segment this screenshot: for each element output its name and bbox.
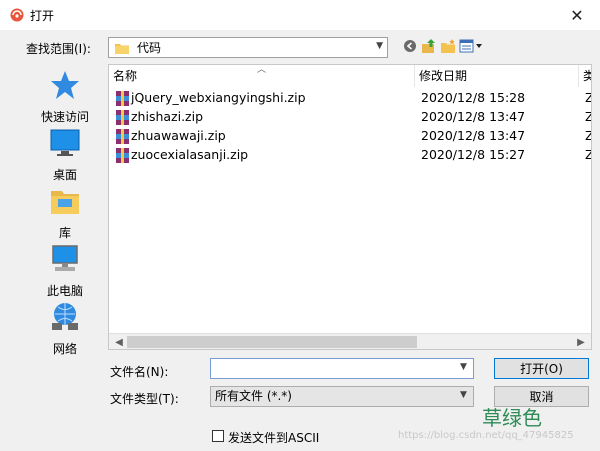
title-bar: 打开 ✕ <box>0 0 600 30</box>
window-title: 打开 <box>30 9 55 23</box>
computer-icon <box>52 245 78 271</box>
column-header-label: 类 <box>583 69 591 83</box>
zip-archive-icon <box>116 91 129 106</box>
star-icon <box>51 71 79 99</box>
filetype-dropdown[interactable]: 所有文件 (*.*) <box>210 386 474 407</box>
file-type: Z <box>585 128 591 143</box>
sort-ascending-icon: ︿ <box>257 65 267 75</box>
lookin-value: 代码 <box>137 41 162 55</box>
network-icon <box>52 303 78 330</box>
horizontal-scrollbar[interactable]: ◀ ▶ <box>109 333 591 349</box>
file-name: jQuery_webxiangyingshi.zip <box>131 90 306 105</box>
place-desktop[interactable]: 桌面 <box>25 127 105 183</box>
filename-label: 文件名(N): <box>110 365 169 379</box>
column-header-type[interactable]: 类 <box>579 65 591 87</box>
navigation-toolbar <box>402 38 483 54</box>
file-type: Z <box>585 147 591 162</box>
chevron-down-icon[interactable]: ▼ <box>460 390 467 400</box>
file-name: zhishazi.zip <box>131 109 204 124</box>
watermark-url: https://blog.csdn.net/qq_47945825 <box>398 430 574 441</box>
up-folder-button[interactable] <box>421 38 437 54</box>
desktop-icon <box>50 129 80 156</box>
chevron-down-icon[interactable]: ▼ <box>460 362 467 372</box>
view-list-icon <box>459 39 482 53</box>
column-header-name[interactable]: 名称 ︿ <box>109 65 415 87</box>
open-button-label: 打开(O) <box>520 362 563 376</box>
file-date: 2020/12/8 15:28 <box>421 90 526 105</box>
scroll-left-icon[interactable]: ◀ <box>111 334 127 349</box>
filetype-value: 所有文件 (*.*) <box>215 389 292 403</box>
folder-icon <box>115 43 129 54</box>
file-row[interactable]: jQuery_webxiangyingshi.zip 2020/12/8 15:… <box>109 89 591 108</box>
filename-input[interactable] <box>210 358 474 379</box>
open-file-dialog: 打开 ✕ 查找范围(I): 代码 ▼ 快速访问 桌面 库 此电脑 网络 名称 ︿… <box>0 0 600 451</box>
place-quick-access[interactable]: 快速访问 <box>25 69 105 125</box>
file-row[interactable]: zhuawawaji.zip 2020/12/8 13:47 Z <box>109 127 591 146</box>
watermark-text: 草绿色 <box>482 406 542 430</box>
file-date: 2020/12/8 15:27 <box>421 147 526 162</box>
place-label: 此电脑 <box>46 284 83 298</box>
zip-archive-icon <box>116 148 129 163</box>
view-menu-button[interactable] <box>459 38 483 54</box>
close-button[interactable]: ✕ <box>554 0 600 30</box>
scroll-right-icon[interactable]: ▶ <box>573 334 589 349</box>
file-type: Z <box>585 90 591 105</box>
lookin-label: 查找范围(I): <box>26 42 91 56</box>
ascii-checkbox[interactable] <box>212 430 224 442</box>
column-header-date[interactable]: 修改日期 <box>415 65 579 87</box>
zip-archive-icon <box>116 110 129 125</box>
place-network[interactable]: 网络 <box>25 301 105 357</box>
chevron-down-icon: ▼ <box>376 41 383 51</box>
file-type: Z <box>585 109 591 124</box>
place-label: 桌面 <box>52 168 77 182</box>
lookin-dropdown[interactable]: 代码 ▼ <box>108 37 388 58</box>
places-bar: 快速访问 桌面 库 此电脑 网络 <box>25 63 107 360</box>
back-arrow-icon <box>404 40 416 52</box>
file-date: 2020/12/8 13:47 <box>421 128 526 143</box>
file-row[interactable]: zhishazi.zip 2020/12/8 13:47 Z <box>109 108 591 127</box>
zip-archive-icon <box>116 129 129 144</box>
file-row[interactable]: zuocexialasanji.zip 2020/12/8 15:27 Z <box>109 146 591 165</box>
place-label: 库 <box>58 226 71 240</box>
up-folder-icon <box>422 39 435 53</box>
column-header-label: 修改日期 <box>419 69 468 83</box>
new-folder-icon <box>441 39 455 53</box>
new-folder-button[interactable] <box>440 38 456 54</box>
file-list[interactable]: 名称 ︿ 修改日期 类 jQuery_webxiangyingshi.zip 2… <box>108 64 592 350</box>
place-label: 快速访问 <box>40 110 89 124</box>
scrollbar-thumb[interactable] <box>127 336 417 348</box>
open-button[interactable]: 打开(O) <box>494 358 589 379</box>
filetype-label: 文件类型(T): <box>110 392 179 406</box>
file-date: 2020/12/8 13:47 <box>421 109 526 124</box>
file-name: zhuawawaji.zip <box>131 128 226 143</box>
back-button[interactable] <box>402 38 418 54</box>
library-icon <box>51 191 79 214</box>
place-this-pc[interactable]: 此电脑 <box>25 243 105 299</box>
close-icon: ✕ <box>570 5 584 25</box>
place-library[interactable]: 库 <box>25 185 105 241</box>
column-header-label: 名称 <box>113 69 138 83</box>
ascii-label: 发送文件到ASCII <box>228 431 320 445</box>
place-label: 网络 <box>52 342 77 356</box>
file-name: zuocexialasanji.zip <box>131 147 249 162</box>
app-logo-icon <box>10 8 24 22</box>
